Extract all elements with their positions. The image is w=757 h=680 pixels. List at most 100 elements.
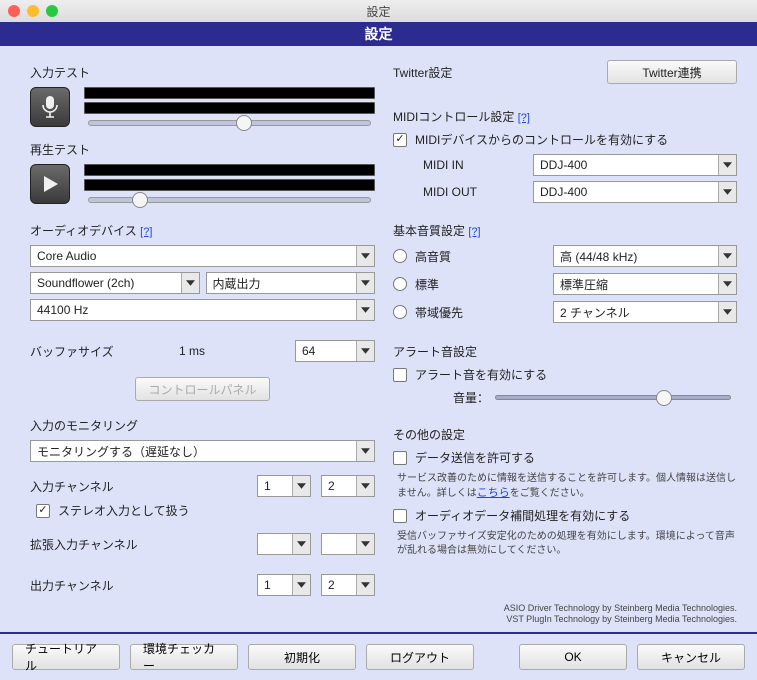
midi-enable-label: MIDIデバイスからのコントロールを有効にする (415, 131, 668, 148)
quality-band-label: 帯域優先 (415, 304, 463, 321)
output-gain-slider[interactable] (88, 197, 371, 203)
ext-input-channel-label: 拡張入力チャンネル (30, 536, 247, 553)
twitter-link-button[interactable]: Twitter連携 (607, 60, 737, 84)
ok-button[interactable]: OK (519, 644, 627, 670)
monitoring-value: モニタリングする（遅延なし） (37, 443, 205, 460)
other-settings-label: その他の設定 (393, 426, 737, 443)
quality-high-select[interactable]: 高 (44/48 kHz) (553, 245, 737, 267)
midi-help[interactable]: [?] (518, 112, 530, 124)
sample-rate-value: 44100 Hz (37, 303, 88, 317)
quality-std-value: 標準圧縮 (560, 276, 608, 293)
chevron-down-icon (718, 274, 736, 294)
monitoring-label: 入力のモニタリング (30, 417, 375, 434)
quality-high-label: 高音質 (415, 248, 451, 265)
quality-band-value: 2 チャンネル (560, 304, 630, 321)
stereo-input-checkbox[interactable]: ✓ (36, 504, 50, 518)
alert-volume-slider[interactable] (495, 395, 731, 400)
play-button[interactable] (30, 164, 70, 204)
midi-in-value: DDJ-400 (540, 158, 587, 172)
quality-high-value: 高 (44/48 kHz) (560, 248, 637, 265)
chevron-down-icon (718, 182, 736, 202)
output-meter-l (84, 164, 375, 176)
input-ch2-select[interactable]: 2 (321, 475, 375, 497)
minimize-window-button[interactable] (27, 5, 39, 17)
audio-device-help[interactable]: [?] (140, 226, 152, 238)
credit-vst: VST PlugIn Technology by Steinberg Media… (393, 614, 737, 626)
chevron-down-icon (356, 441, 374, 461)
quality-std-select[interactable]: 標準圧縮 (553, 273, 737, 295)
output-ch2-select[interactable]: 2 (321, 574, 375, 596)
monitoring-select[interactable]: モニタリングする（遅延なし） (30, 440, 375, 462)
output-ch2-value: 2 (328, 578, 335, 592)
midi-out-select[interactable]: DDJ-400 (533, 181, 737, 203)
output-device-select[interactable]: 内蔵出力 (206, 272, 376, 294)
logout-button[interactable]: ログアウト (366, 644, 474, 670)
cancel-button[interactable]: キャンセル (637, 644, 745, 670)
buffer-size-label: バッファサイズ (30, 343, 169, 360)
midi-out-value: DDJ-400 (540, 185, 587, 199)
audio-device-label: オーディオデバイス (30, 224, 137, 238)
input-meter-r (84, 102, 375, 114)
input-gain-slider[interactable] (88, 120, 371, 126)
output-ch1-value: 1 (264, 578, 271, 592)
alert-enable-checkbox[interactable] (393, 368, 407, 382)
output-meter-r (84, 179, 375, 191)
chevron-down-icon (356, 341, 374, 361)
chevron-down-icon (718, 155, 736, 175)
ext-input-ch1-select[interactable] (257, 533, 311, 555)
audio-comp-label: オーディオデータ補間処理を有効にする (415, 507, 630, 524)
buffer-size-select[interactable]: 64 (295, 340, 375, 362)
control-panel-button: コントロールパネル (135, 377, 269, 401)
data-send-checkbox[interactable] (393, 451, 407, 465)
chevron-down-icon (181, 273, 199, 293)
alert-volume-label: 音量： (453, 389, 489, 406)
chevron-down-icon (292, 575, 310, 595)
quality-help[interactable]: [?] (468, 226, 480, 238)
quality-band-radio[interactable] (393, 305, 407, 319)
chevron-down-icon (718, 302, 736, 322)
twitter-label: Twitter設定 (393, 64, 452, 81)
chevron-down-icon (292, 476, 310, 496)
output-ch1-select[interactable]: 1 (257, 574, 311, 596)
quality-std-label: 標準 (415, 276, 439, 293)
midi-out-label: MIDI OUT (423, 185, 523, 199)
env-checker-button[interactable]: 環境チェッカー (130, 644, 238, 670)
midi-in-select[interactable]: DDJ-400 (533, 154, 737, 176)
midi-in-label: MIDI IN (423, 158, 523, 172)
tutorial-button[interactable]: チュートリアル (12, 644, 120, 670)
check-icon: ✓ (395, 134, 404, 145)
window-title: 設定 (366, 3, 390, 20)
chevron-down-icon (356, 575, 374, 595)
reset-button[interactable]: 初期化 (248, 644, 356, 670)
data-send-desc2: をご覧ください。 (510, 488, 590, 499)
data-send-label: データ送信を許可する (415, 449, 535, 466)
check-icon: ✓ (38, 505, 47, 516)
output-channel-label: 出力チャンネル (30, 577, 247, 594)
input-device-value: Soundflower (2ch) (37, 276, 134, 290)
chevron-down-icon (356, 476, 374, 496)
page-title: 設定 (0, 22, 757, 46)
sample-rate-select[interactable]: 44100 Hz (30, 299, 375, 321)
record-button[interactable] (30, 87, 70, 127)
titlebar: 設定 (0, 0, 757, 22)
audio-device-value: Core Audio (37, 249, 96, 263)
input-channel-label: 入力チャンネル (30, 478, 247, 495)
close-window-button[interactable] (8, 5, 20, 17)
audio-device-select[interactable]: Core Audio (30, 245, 375, 267)
input-test-label: 入力テスト (30, 64, 375, 81)
quality-high-radio[interactable] (393, 249, 407, 263)
input-ch1-select[interactable]: 1 (257, 475, 311, 497)
data-send-link[interactable]: こちら (477, 487, 510, 499)
quality-label: 基本音質設定 (393, 224, 465, 238)
input-ch2-value: 2 (328, 479, 335, 493)
output-device-value: 内蔵出力 (213, 275, 261, 292)
audio-comp-checkbox[interactable] (393, 509, 407, 523)
ext-input-ch2-select[interactable] (321, 533, 375, 555)
quality-band-select[interactable]: 2 チャンネル (553, 301, 737, 323)
maximize-window-button[interactable] (46, 5, 58, 17)
alert-enable-label: アラート音を有効にする (415, 366, 547, 383)
midi-enable-checkbox[interactable]: ✓ (393, 133, 407, 147)
quality-std-radio[interactable] (393, 277, 407, 291)
input-device-select[interactable]: Soundflower (2ch) (30, 272, 200, 294)
credit-asio: ASIO Driver Technology by Steinberg Medi… (393, 603, 737, 615)
